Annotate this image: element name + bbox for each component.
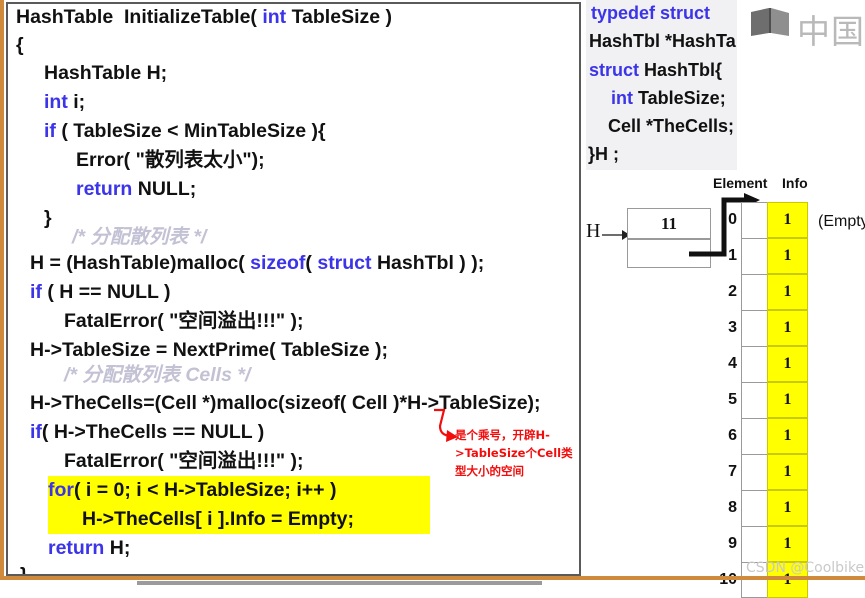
column-header-element: Element <box>713 175 768 191</box>
code-line-12: H->TableSize = NextPrime( TableSize ); <box>30 339 388 361</box>
cell-info-value: 1 <box>767 345 808 382</box>
hash-table-diagram: Element Info H 11 0111213141516171819110… <box>586 170 865 598</box>
cell-index-label: 6 <box>728 427 737 444</box>
struct-line-4: Cell *TheCells; <box>608 116 735 136</box>
cell-info-value: 1 <box>767 525 808 562</box>
struct-line-5: }H ; <box>588 144 619 164</box>
watermark-chinese-text: 中国大 <box>797 12 865 51</box>
cell-index-label: 4 <box>728 355 737 372</box>
cell-index-label: 5 <box>728 391 737 408</box>
cell-index-label: 1 <box>728 247 737 264</box>
table-row: 61 <box>728 417 808 454</box>
table-row: 01 <box>728 201 808 238</box>
h-pointer-label: H <box>586 220 601 242</box>
empty-annotation-label: (Empty) <box>818 213 865 230</box>
code-line-2: HashTable H; <box>44 62 168 84</box>
book-logo-icon <box>751 8 789 36</box>
code-line-15: if( H->TheCells == NULL ) <box>30 421 265 443</box>
cell-index-label: 0 <box>728 211 737 228</box>
code-line-7: } <box>44 207 52 229</box>
code-line-6: return NULL; <box>76 178 197 200</box>
cell-info-value: 1 <box>767 273 808 310</box>
table-row: 11 <box>728 237 808 274</box>
code-line-1: { <box>16 34 24 56</box>
code-line-17: for( i = 0; i < H->TableSize; i++ ) <box>48 479 337 501</box>
multiplication-annotation-text: 是个乘号，开辟H->TableSize个Cell类型大小的空间 <box>455 428 573 478</box>
table-row: 91 <box>728 525 808 562</box>
code-line-20: } <box>20 564 28 576</box>
struct-line-2: struct HashTbl{ <box>589 60 723 80</box>
cell-info-value: 1 <box>767 381 808 418</box>
table-row: 21 <box>728 273 808 310</box>
bottom-orange-rule <box>0 576 865 580</box>
code-line-9: H = (HashTable)malloc( sizeof( struct Ha… <box>30 252 485 274</box>
struct-line-0: typedef struct <box>591 3 711 23</box>
cell-index-label: 7 <box>728 463 737 480</box>
table-row: 51 <box>728 381 808 418</box>
code-line-19: return H; <box>48 537 131 559</box>
table-row: 31 <box>728 309 808 346</box>
h-to-box-arrow-icon <box>602 230 630 240</box>
csdn-watermark: CSDN @Coolbike <box>746 560 865 576</box>
cell-info-value: 1 <box>767 237 808 274</box>
code-line-4: if ( TableSize < MinTableSize ){ <box>44 120 326 142</box>
cell-info-value: 1 <box>767 309 808 346</box>
code-line-11: FatalError( "空间溢出!!!" ); <box>64 310 304 332</box>
code-line-10: if ( H == NULL ) <box>30 281 171 303</box>
code-line-3: int i; <box>44 91 86 113</box>
cell-info-value: 1 <box>767 201 808 238</box>
slide-root: HashTable InitializeTable( int TableSize… <box>0 0 865 598</box>
table-row: 71 <box>728 453 808 490</box>
struct-line-3: int TableSize; <box>611 88 726 108</box>
cell-index-label: 9 <box>728 535 737 552</box>
code-line-5: Error( "散列表太小"); <box>76 149 265 171</box>
cell-info-value: 1 <box>767 453 808 490</box>
cell-index-label: 8 <box>728 499 737 516</box>
table-row: 81 <box>728 489 808 526</box>
cell-info-value: 1 <box>767 417 808 454</box>
code-line-8: /* 分配散列表 */ <box>72 226 207 248</box>
bottom-gray-rule <box>137 581 542 585</box>
cell-index-label: 3 <box>728 319 737 336</box>
column-header-info: Info <box>782 175 808 191</box>
table-row: 41 <box>728 345 808 382</box>
code-line-18: H->TheCells[ i ].Info = Empty; <box>82 508 354 530</box>
struct-line-1: HashTbl *HashTable; <box>589 31 737 51</box>
code-line-16: FatalError( "空间溢出!!!" ); <box>64 450 304 472</box>
struct-definition-panel: typedef struct HashTbl *HashTable; struct … <box>586 0 737 170</box>
cell-info-value: 1 <box>767 489 808 526</box>
code-panel: HashTable InitializeTable( int TableSize… <box>6 2 581 576</box>
code-line-0: HashTable InitializeTable( int TableSize… <box>16 6 393 28</box>
cell-array: 01112131415161718191101 <box>719 201 808 598</box>
cell-index-label: 10 <box>707 571 737 589</box>
cell-index-label: 2 <box>728 283 737 300</box>
code-line-13: /* 分配散列表 Cells */ <box>64 364 251 386</box>
left-orange-rule <box>0 0 4 578</box>
